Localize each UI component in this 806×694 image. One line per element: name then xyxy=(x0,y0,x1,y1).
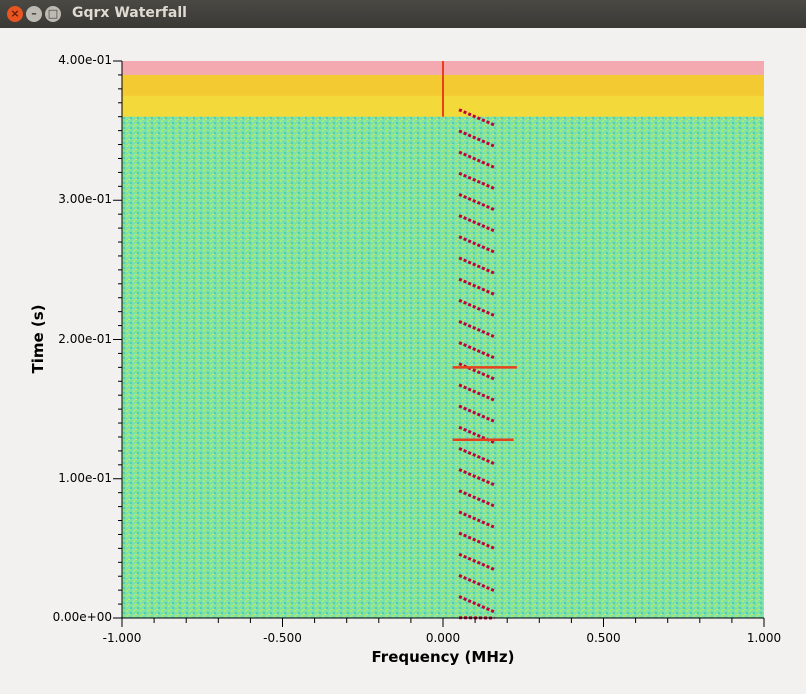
x-tick-label: -0.500 xyxy=(263,631,302,645)
y-tick-label: 0.00e+00 xyxy=(52,610,112,624)
x-axis-label: Frequency (MHz) xyxy=(371,648,515,666)
waterfall-body xyxy=(122,61,764,618)
waterfall-chart xyxy=(113,60,765,627)
x-tick-label: -1.000 xyxy=(102,631,142,645)
plot-area xyxy=(122,61,764,618)
x-tick-label: 0.500 xyxy=(586,631,621,645)
y-tick-label: 4.00e-01 xyxy=(58,53,112,67)
y-tick-label: 1.00e-01 xyxy=(58,470,112,485)
x-tick-label: 0.000 xyxy=(425,631,461,645)
y-tick-label: 3.00e-01 xyxy=(58,192,112,207)
y-axis-label: Time (s) xyxy=(29,304,47,374)
x-tick-label: 1.000 xyxy=(746,631,782,645)
